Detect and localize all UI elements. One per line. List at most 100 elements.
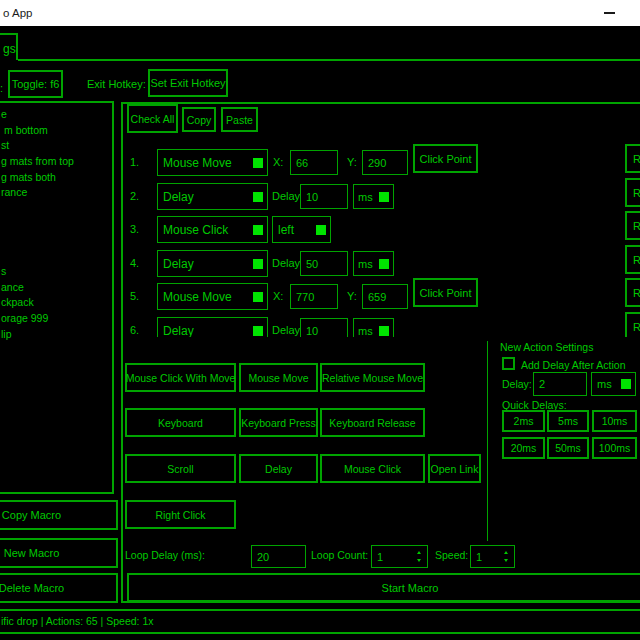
add-keyboard-release-button[interactable]: Keyboard Release <box>320 408 425 437</box>
add-mouse-click-with-move-button[interactable]: Mouse Click With Move <box>125 363 236 392</box>
list-item[interactable]: g mats from top <box>1 156 74 167</box>
spinner-up-icon[interactable] <box>417 551 421 554</box>
quick-delay-2ms-button[interactable]: 2ms <box>502 410 545 432</box>
spinner-down-icon[interactable] <box>504 559 508 562</box>
click-point-button[interactable]: Click Point <box>413 278 478 307</box>
copy-macro-button[interactable]: Copy Macro <box>0 500 118 530</box>
list-item[interactable]: ckpack <box>1 297 34 308</box>
settings-divider <box>487 341 488 541</box>
unit-dropdown[interactable]: ms <box>353 318 394 337</box>
delay-label: Delay <box>272 258 300 269</box>
loop-count-spinner[interactable]: 1 <box>371 545 428 568</box>
dropdown-indicator <box>253 326 263 336</box>
actions-list: 1. Mouse Move X: 66 Y: 290 Click Point R… <box>123 102 640 337</box>
x-input[interactable]: 66 <box>290 150 338 175</box>
dropdown-indicator <box>621 379 631 389</box>
action-type-dropdown[interactable]: Mouse Move <box>157 283 268 310</box>
list-item[interactable]: orage 999 <box>1 313 48 324</box>
delete-macro-button[interactable]: Delete Macro <box>0 573 118 603</box>
quick-delay-10ms-button[interactable]: 10ms <box>592 410 637 432</box>
add-keyboard-press-button[interactable]: Keyboard Press <box>239 408 318 437</box>
dropdown-indicator <box>253 292 263 302</box>
start-macro-button[interactable]: Start Macro <box>127 573 640 602</box>
unit-dropdown[interactable]: ms <box>353 251 394 276</box>
action-number: 2. <box>130 191 139 202</box>
click-point-button[interactable]: Click Point <box>413 144 478 173</box>
title-bar: o App <box>0 0 640 26</box>
add-delay-checkbox-label: Add Delay After Action <box>521 360 625 371</box>
list-item[interactable]: rance <box>1 187 27 198</box>
x-input[interactable]: 770 <box>290 284 338 309</box>
delay-value-label: Delay: <box>502 379 532 390</box>
action-number: 6. <box>130 325 139 336</box>
list-item[interactable]: m bottom <box>4 125 48 136</box>
tab-settings[interactable]: gs <box>0 33 18 60</box>
action-type-dropdown[interactable]: Mouse Click <box>157 216 268 243</box>
add-right-click-button[interactable]: Right Click <box>125 500 236 529</box>
loop-delay-input[interactable]: 20 <box>251 545 306 568</box>
new-delay-input[interactable]: 2 <box>533 372 587 396</box>
dropdown-indicator <box>379 326 389 336</box>
delay-input[interactable]: 10 <box>300 318 348 337</box>
remove-action-button[interactable]: R <box>625 144 640 173</box>
spinner-up-icon[interactable] <box>504 551 508 554</box>
delay-input[interactable]: 50 <box>300 251 348 276</box>
list-item[interactable]: e <box>1 109 7 120</box>
action-type-dropdown[interactable]: Delay <box>157 317 268 337</box>
x-label: X: <box>273 157 283 168</box>
tab-label: gs <box>3 42 16 56</box>
add-delay-button[interactable]: Delay <box>239 454 318 483</box>
dropdown-indicator <box>253 158 263 168</box>
list-item[interactable]: g mats both <box>1 172 56 183</box>
list-item[interactable]: ance <box>1 282 24 293</box>
list-item[interactable]: s <box>1 266 6 277</box>
minimize-button[interactable] <box>604 12 615 14</box>
quick-delay-5ms-button[interactable]: 5ms <box>547 410 589 432</box>
tabstrip-line <box>18 59 640 61</box>
spinner-down-icon[interactable] <box>417 559 421 562</box>
new-macro-button[interactable]: New Macro <box>0 538 118 568</box>
set-exit-hotkey-button[interactable]: Set Exit Hotkey <box>148 69 228 97</box>
action-type-dropdown[interactable]: Delay <box>157 183 268 210</box>
add-delay-checkbox[interactable] <box>502 357 515 370</box>
mouse-button-dropdown[interactable]: left <box>272 216 331 243</box>
dropdown-indicator <box>316 225 326 235</box>
dropdown-indicator <box>379 192 389 202</box>
remove-action-button[interactable]: R <box>625 312 640 337</box>
speed-spinner[interactable]: 1 <box>470 545 515 568</box>
y-input[interactable]: 290 <box>362 150 408 175</box>
quick-delay-20ms-button[interactable]: 20ms <box>502 437 545 459</box>
new-delay-unit-dropdown[interactable]: ms <box>591 372 636 396</box>
add-mouse-click-button[interactable]: Mouse Click <box>320 454 425 483</box>
delay-label: Delay <box>272 325 300 336</box>
list-item[interactable]: st <box>1 140 9 151</box>
delay-input[interactable]: 10 <box>300 184 348 209</box>
add-scroll-button[interactable]: Scroll <box>125 454 236 483</box>
list-item[interactable]: lip <box>1 329 12 340</box>
remove-action-button[interactable]: R <box>625 245 640 274</box>
action-type-dropdown[interactable]: Delay <box>157 250 268 277</box>
y-input[interactable]: 659 <box>362 284 408 309</box>
quick-delay-50ms-button[interactable]: 50ms <box>547 437 589 459</box>
toggle-hotkey-button[interactable]: Toggle: f6 <box>8 70 63 98</box>
remove-action-button[interactable]: R <box>625 178 640 207</box>
remove-action-button[interactable]: R <box>625 211 640 240</box>
dropdown-indicator <box>379 259 389 269</box>
add-relative-mouse-move-button[interactable]: Relative Mouse Move <box>320 363 425 392</box>
remove-action-button[interactable]: R <box>625 278 640 307</box>
add-mouse-move-button[interactable]: Mouse Move <box>239 363 318 392</box>
delay-label: Delay <box>272 191 300 202</box>
quick-delay-100ms-button[interactable]: 100ms <box>592 437 637 459</box>
action-number: 1. <box>130 157 139 168</box>
dropdown-indicator <box>253 225 263 235</box>
action-type-dropdown[interactable]: Mouse Move <box>157 149 268 176</box>
add-open-link-button[interactable]: Open Link <box>428 454 481 483</box>
status-text: ific drop | Actions: 65 | Speed: 1x <box>1 616 154 627</box>
loop-count-label: Loop Count: <box>311 550 368 561</box>
app-window: o App gs : Toggle: f6 Exit Hotkey: Set E… <box>0 0 640 640</box>
x-label: X: <box>273 291 283 302</box>
add-keyboard-button[interactable]: Keyboard <box>125 408 236 437</box>
exit-hotkey-label: Exit Hotkey: <box>87 79 146 90</box>
unit-dropdown[interactable]: ms <box>353 184 394 209</box>
action-number: 5. <box>130 291 139 302</box>
